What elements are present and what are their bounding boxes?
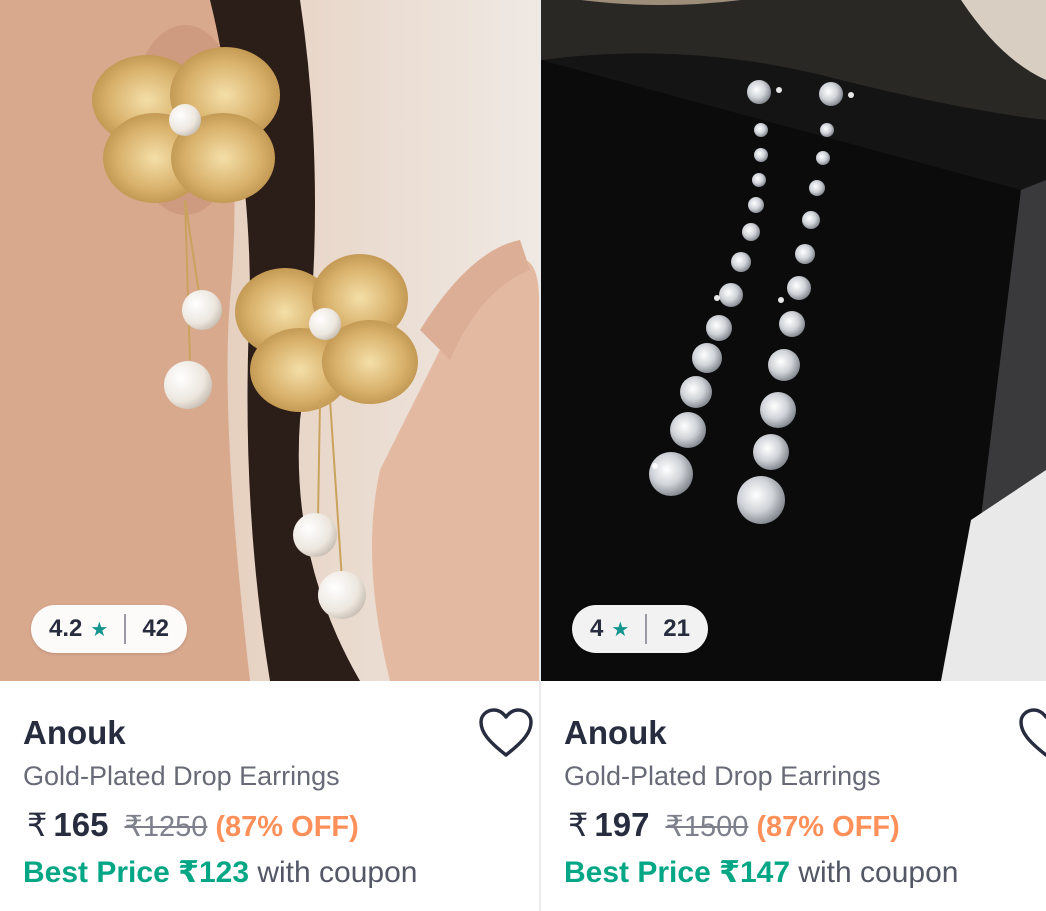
star-icon: ★ <box>611 618 630 641</box>
best-price: Best Price ₹147 <box>564 856 791 889</box>
currency-symbol: ₹ <box>27 807 48 843</box>
star-icon: ★ <box>90 618 109 641</box>
product-brand: Anouk <box>564 714 667 751</box>
product-info[interactable]: Anouk Gold-Plated Drop Earrings ₹ 165 ₹1… <box>0 681 539 911</box>
coupon-note: with coupon <box>249 856 418 889</box>
discount-percent: (87% OFF) <box>215 811 359 843</box>
rating-badge: 4 ★ 21 <box>572 605 708 653</box>
gold-flower-pearl-earrings-image <box>0 0 539 681</box>
product-brand: Anouk <box>23 714 126 751</box>
wishlist-button[interactable] <box>1018 707 1046 759</box>
product-image[interactable]: 4 ★ 21 <box>541 0 1046 681</box>
product-card[interactable]: 4.2 ★ 42 Anouk Gold-Plated Drop Earrings… <box>0 0 539 911</box>
crystal-linear-drop-earrings-image <box>541 0 1046 681</box>
original-price: ₹1500 <box>665 811 749 843</box>
product-grid: 4.2 ★ 42 Anouk Gold-Plated Drop Earrings… <box>0 0 1046 911</box>
rating-divider <box>645 614 648 644</box>
currency-symbol: ₹ <box>568 807 589 843</box>
heart-outline-icon <box>1019 708 1046 757</box>
original-price: ₹1250 <box>124 811 208 843</box>
selling-price: 197 <box>594 806 650 843</box>
rating-divider <box>124 614 127 644</box>
product-image[interactable]: 4.2 ★ 42 <box>0 0 539 681</box>
coupon-note: with coupon <box>790 856 959 889</box>
rating-value: 4 <box>590 615 604 642</box>
rating-count: 21 <box>663 615 690 642</box>
product-card[interactable]: 4 ★ 21 Anouk Gold-Plated Drop Earrings ₹… <box>541 0 1046 911</box>
heart-outline-icon <box>479 708 533 757</box>
rating-badge: 4.2 ★ 42 <box>31 605 188 653</box>
selling-price: 165 <box>53 806 109 843</box>
price-row: ₹ 165 ₹1250 (87% OFF) <box>27 806 359 844</box>
best-price-row: Best Price ₹123 with coupon <box>23 855 417 890</box>
product-info[interactable]: Anouk Gold-Plated Drop Earrings ₹ 197 ₹1… <box>541 681 1046 911</box>
price-row: ₹ 197 ₹1500 (87% OFF) <box>568 806 900 844</box>
rating-count: 42 <box>142 615 170 642</box>
discount-percent: (87% OFF) <box>756 811 900 843</box>
wishlist-button[interactable] <box>478 707 534 759</box>
product-name: Gold-Plated Drop Earrings <box>23 761 340 791</box>
best-price: Best Price ₹123 <box>23 856 250 889</box>
best-price-row: Best Price ₹147 with coupon <box>564 855 958 890</box>
rating-value: 4.2 <box>49 615 83 642</box>
product-name: Gold-Plated Drop Earrings <box>564 761 881 791</box>
